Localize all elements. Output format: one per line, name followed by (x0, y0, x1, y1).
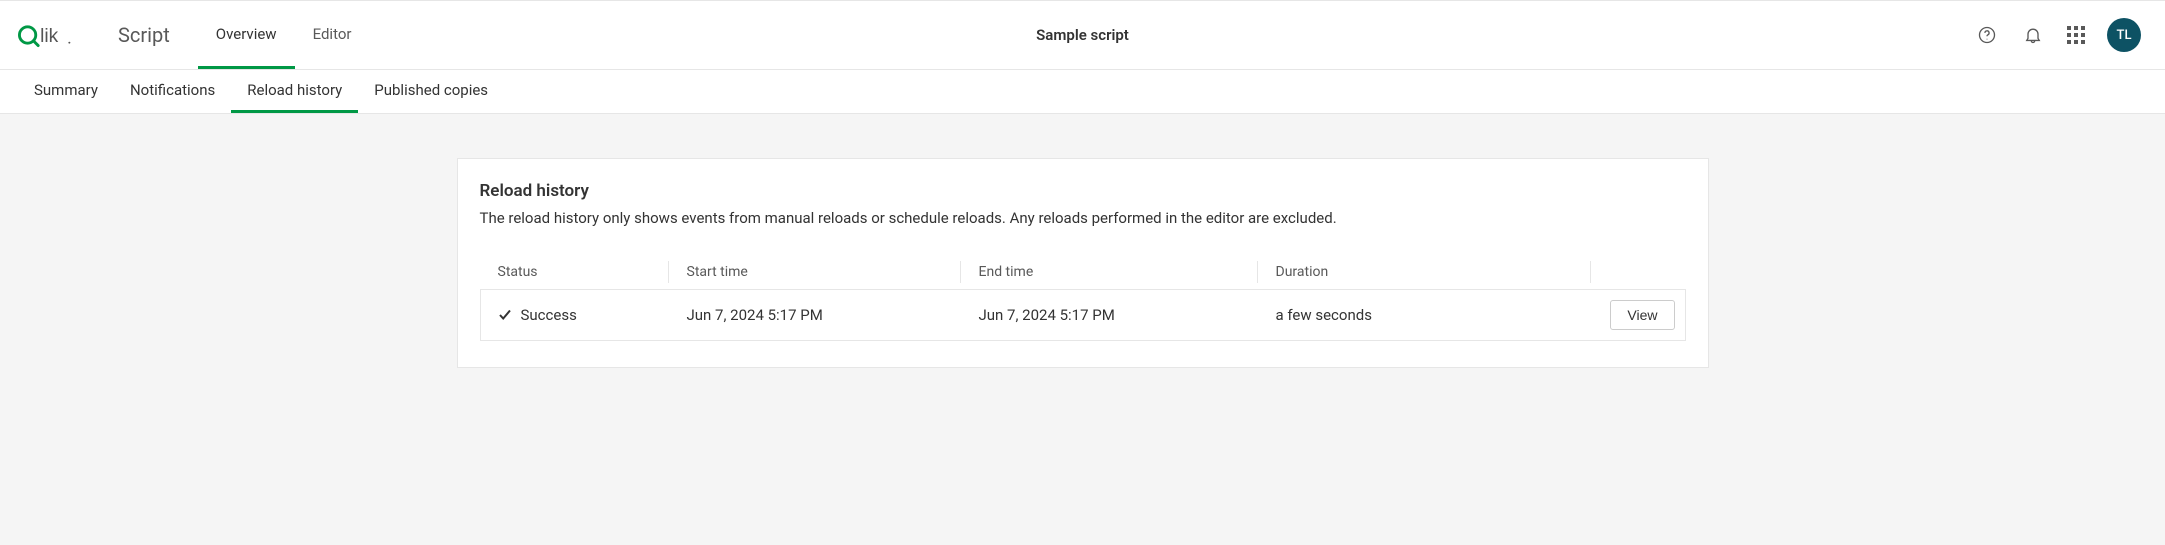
col-header-start: Start time (668, 261, 960, 283)
view-button[interactable]: View (1610, 300, 1674, 330)
brand-logo[interactable]: lik (18, 21, 90, 49)
reload-history-table: Status Start time End time Duration Succ… (480, 255, 1686, 341)
cell-status: Success (481, 290, 669, 340)
user-avatar[interactable]: TL (2107, 18, 2141, 52)
top-tabs: Overview Editor (198, 1, 370, 69)
cell-action: View (1589, 290, 1685, 340)
tab-editor[interactable]: Editor (295, 1, 370, 69)
help-icon[interactable] (1975, 23, 1999, 47)
svg-text:lik: lik (40, 26, 59, 47)
subtab-label: Reload history (247, 81, 342, 99)
panel-description: The reload history only shows events fro… (480, 209, 1686, 227)
tab-label: Editor (313, 25, 352, 43)
tab-label: Overview (216, 25, 277, 43)
subtab-reload-history[interactable]: Reload history (231, 70, 358, 113)
top-bar: lik Script Overview Editor Sample script… (0, 0, 2165, 70)
page-title: Sample script (1036, 26, 1129, 44)
tab-overview[interactable]: Overview (198, 1, 295, 69)
table-header: Status Start time End time Duration (480, 255, 1686, 289)
table-row: Success Jun 7, 2024 5:17 PM Jun 7, 2024 … (480, 289, 1686, 341)
col-header-status: Status (480, 261, 668, 283)
bell-icon[interactable] (2021, 23, 2045, 47)
subtab-label: Published copies (374, 81, 488, 99)
subtab-label: Summary (34, 81, 98, 99)
app-launcher-icon[interactable] (2067, 26, 2085, 44)
subtab-summary[interactable]: Summary (18, 70, 114, 113)
cell-end: Jun 7, 2024 5:17 PM (961, 290, 1258, 340)
panel-title: Reload history (480, 181, 1686, 201)
status-text: Success (521, 306, 577, 324)
top-bar-right: TL (1975, 18, 2141, 52)
checkmark-icon (499, 309, 513, 321)
subtab-label: Notifications (130, 81, 215, 99)
qlik-logo-icon: lik (18, 21, 90, 49)
cell-duration: a few seconds (1258, 290, 1589, 340)
col-header-action (1590, 261, 1686, 283)
subtab-notifications[interactable]: Notifications (114, 70, 231, 113)
col-header-end: End time (960, 261, 1257, 283)
reload-history-panel: Reload history The reload history only s… (457, 158, 1709, 368)
subtab-published-copies[interactable]: Published copies (358, 70, 504, 113)
col-header-duration: Duration (1257, 261, 1590, 283)
main-area: Reload history The reload history only s… (0, 114, 2165, 412)
user-initials: TL (2117, 28, 2132, 43)
app-name: Script (118, 23, 170, 47)
cell-start: Jun 7, 2024 5:17 PM (669, 290, 961, 340)
sub-nav: Summary Notifications Reload history Pub… (0, 70, 2165, 114)
